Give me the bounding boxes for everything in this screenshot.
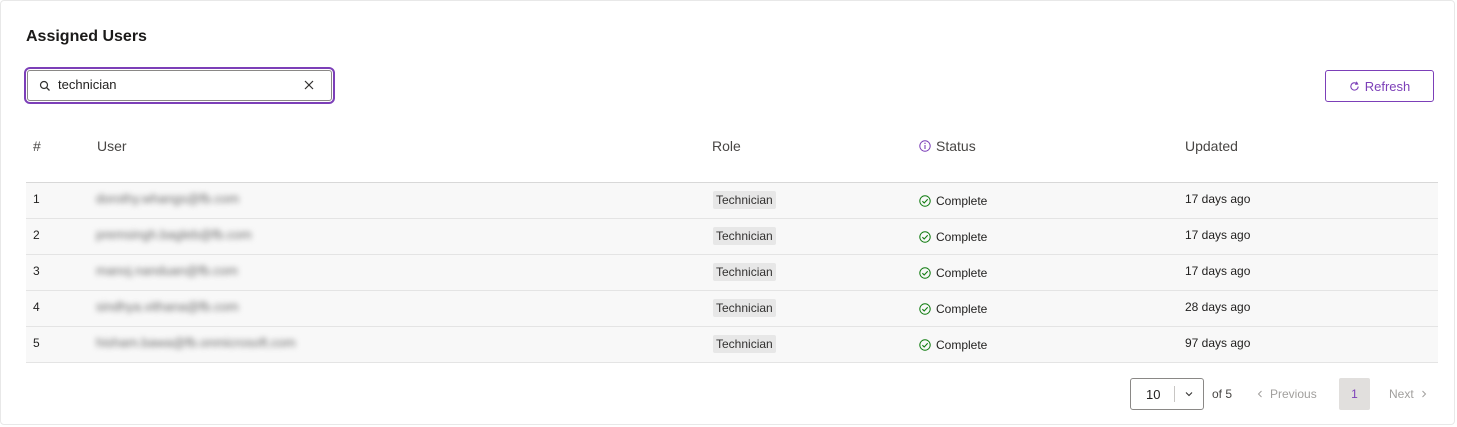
- role-badge: Technician: [713, 299, 776, 317]
- info-icon[interactable]: [919, 140, 931, 152]
- page-size-value: 10: [1146, 387, 1161, 402]
- refresh-button[interactable]: Refresh: [1325, 70, 1434, 102]
- select-divider: [1174, 386, 1175, 402]
- row-user-email: premsingh.bagleb@fb.com: [96, 227, 252, 242]
- status-cell: Complete: [919, 266, 987, 280]
- check-circle-icon: [919, 195, 931, 207]
- previous-label: Previous: [1270, 387, 1317, 401]
- status-text: Complete: [936, 338, 988, 352]
- chevron-right-icon: [1421, 390, 1426, 398]
- check-circle-icon: [919, 339, 931, 351]
- next-page-button[interactable]: Next: [1389, 387, 1428, 401]
- next-label: Next: [1389, 387, 1414, 401]
- row-user-email: dorothy.whangs@fb.com: [96, 191, 240, 206]
- column-header-user[interactable]: User: [97, 138, 127, 154]
- close-icon[interactable]: [303, 79, 315, 91]
- status-text: Complete: [936, 302, 988, 316]
- role-badge: Technician: [713, 191, 776, 209]
- row-number: 5: [33, 336, 40, 350]
- status-text: Complete: [936, 194, 988, 208]
- assigned-users-card: Assigned Users Refresh # User Role: [0, 0, 1455, 425]
- search-icon: [39, 80, 50, 91]
- page-size-select[interactable]: 10: [1130, 378, 1204, 410]
- table-row[interactable]: 4 sindhya.vithana@fb.com Technician Comp…: [26, 291, 1438, 327]
- page-count-text: of 5: [1212, 387, 1233, 401]
- column-header-role[interactable]: Role: [712, 138, 741, 154]
- table-row[interactable]: 3 manoj.nanduan@fb.com Technician Comple…: [26, 255, 1438, 291]
- status-cell: Complete: [919, 302, 987, 316]
- row-number: 4: [33, 300, 40, 314]
- status-cell: Complete: [919, 338, 987, 352]
- column-header-updated[interactable]: Updated: [1185, 138, 1238, 154]
- check-circle-icon: [919, 267, 931, 279]
- column-header-status[interactable]: Status: [919, 138, 976, 154]
- table-row[interactable]: 2 premsingh.bagleb@fb.com Technician Com…: [26, 219, 1438, 255]
- table-row[interactable]: 1 dorothy.whangs@fb.com Technician Compl…: [26, 183, 1438, 219]
- refresh-label: Refresh: [1364, 78, 1411, 94]
- check-circle-icon: [919, 303, 931, 315]
- previous-page-button[interactable]: Previous: [1256, 387, 1317, 401]
- row-number: 3: [33, 264, 40, 278]
- refresh-icon: [1350, 80, 1359, 91]
- row-updated: 28 days ago: [1185, 300, 1251, 314]
- row-updated: 17 days ago: [1185, 228, 1251, 242]
- check-circle-icon: [919, 231, 931, 243]
- search-field[interactable]: [27, 70, 332, 101]
- row-updated: 17 days ago: [1185, 264, 1251, 278]
- role-badge: Technician: [713, 335, 776, 353]
- status-cell: Complete: [919, 230, 987, 244]
- row-number: 2: [33, 228, 40, 242]
- column-header-num: #: [33, 138, 41, 154]
- table-row[interactable]: 5 hisham.bawa@fb.onmicrosoft.com Technic…: [26, 327, 1438, 363]
- row-updated: 97 days ago: [1185, 336, 1251, 350]
- status-cell: Complete: [919, 194, 987, 208]
- row-user-email: sindhya.vithana@fb.com: [96, 299, 239, 314]
- row-updated: 17 days ago: [1185, 192, 1251, 206]
- status-text: Complete: [936, 266, 988, 280]
- chevron-down-icon[interactable]: [1184, 389, 1194, 399]
- chevron-left-icon: [1257, 390, 1262, 398]
- status-text: Complete: [936, 230, 988, 244]
- row-number: 1: [33, 192, 40, 206]
- search-input[interactable]: [58, 74, 288, 96]
- search-box[interactable]: [24, 67, 335, 104]
- role-badge: Technician: [713, 263, 776, 281]
- page-number-button[interactable]: 1: [1339, 378, 1370, 410]
- row-user-email: manoj.nanduan@fb.com: [96, 263, 238, 278]
- role-badge: Technician: [713, 227, 776, 245]
- row-user-email: hisham.bawa@fb.onmicrosoft.com: [96, 335, 296, 350]
- page-title: Assigned Users: [26, 28, 147, 45]
